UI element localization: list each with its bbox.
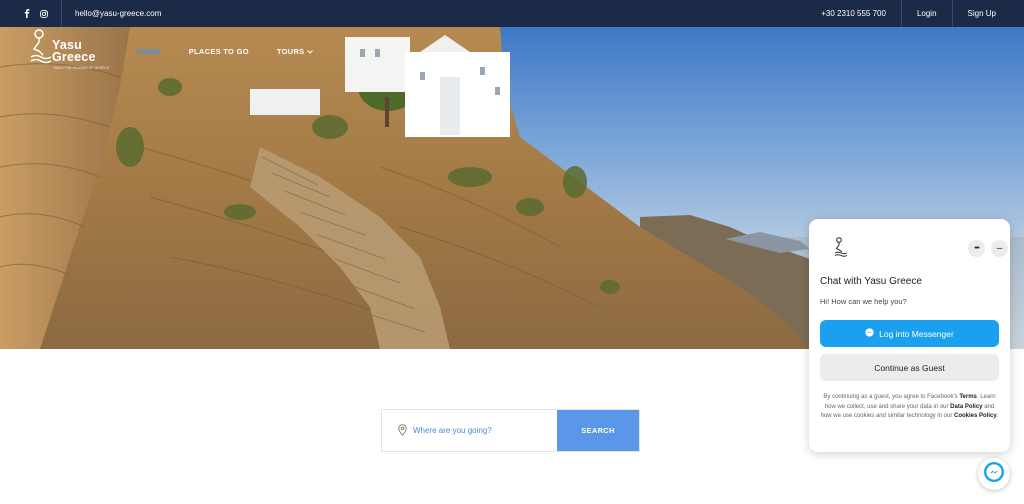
messenger-chat-button[interactable]: [978, 458, 1010, 490]
more-options-button[interactable]: •••: [968, 240, 985, 257]
main-navigation: Yasu Greece WALK THE ISLANDS OF GREECE H…: [0, 27, 1024, 77]
logo-tagline: WALK THE ISLANDS OF GREECE: [54, 66, 110, 70]
map-pin-icon: [398, 423, 407, 438]
messenger-icon: [865, 328, 874, 339]
divider: [61, 0, 62, 27]
continue-as-guest-button[interactable]: Continue as Guest: [820, 354, 999, 381]
facebook-icon[interactable]: [24, 9, 30, 18]
messenger-icon: [983, 461, 1005, 488]
more-icon: •••: [974, 245, 979, 252]
destination-search: Where are you going? SEARCH: [381, 409, 640, 452]
top-bar-right: +30 2310 555 700 Login Sign Up: [806, 0, 1024, 27]
signup-link[interactable]: Sign Up: [951, 0, 1024, 27]
minimize-button[interactable]: –: [991, 240, 1008, 257]
logo-wordmark: Yasu Greece: [52, 38, 96, 64]
logo-mark-icon: [30, 29, 52, 64]
chevron-down-icon: [307, 47, 314, 56]
messenger-button-label: Log into Messenger: [879, 328, 954, 339]
yasu-brand-icon: [834, 237, 848, 262]
minimize-icon: –: [996, 243, 1003, 254]
chat-greeting: Hi! How can we help you?: [820, 297, 907, 306]
nav-item-tours[interactable]: TOURS: [277, 47, 314, 56]
search-button[interactable]: SEARCH: [557, 410, 639, 451]
log-into-messenger-button[interactable]: Log into Messenger: [820, 320, 999, 347]
login-link[interactable]: Login: [900, 0, 952, 27]
search-placeholder: Where are you going?: [413, 426, 492, 435]
terms-link[interactable]: Terms: [959, 394, 977, 400]
data-policy-link[interactable]: Data Policy: [950, 404, 982, 410]
chat-legal-notice: By continuing as a guest, you agree to F…: [820, 394, 999, 419]
social-links: [0, 9, 48, 18]
nav-menu: HOME PLACES TO GO TOURS: [137, 47, 314, 56]
chat-title: Chat with Yasu Greece: [820, 276, 922, 287]
chat-header: ••• –: [820, 219, 1008, 275]
contact-email-link[interactable]: hello@yasu-greece.com: [75, 9, 161, 18]
nav-item-home[interactable]: HOME: [137, 47, 161, 56]
site-logo[interactable]: Yasu Greece WALK THE ISLANDS OF GREECE: [30, 29, 110, 73]
top-bar: hello@yasu-greece.com +30 2310 555 700 L…: [0, 0, 1024, 27]
cookies-policy-link[interactable]: Cookies Policy: [954, 413, 997, 419]
phone-number[interactable]: +30 2310 555 700: [806, 0, 901, 27]
instagram-icon[interactable]: [40, 9, 48, 18]
chat-widget: ••• – Chat with Yasu Greece Hi! How can …: [809, 219, 1010, 452]
nav-item-places-to-go[interactable]: PLACES TO GO: [189, 47, 249, 56]
search-input[interactable]: Where are you going?: [382, 410, 557, 451]
